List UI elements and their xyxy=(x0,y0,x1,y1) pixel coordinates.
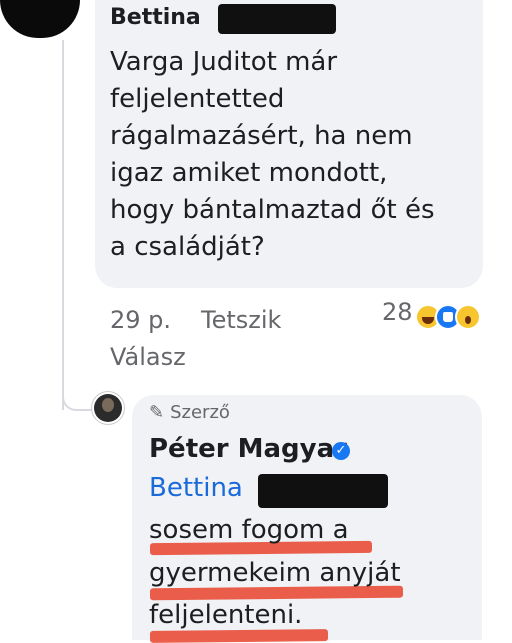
wow-icon[interactable] xyxy=(455,304,481,330)
redaction-mark xyxy=(218,4,336,34)
reply-button[interactable]: Válasz xyxy=(110,343,186,371)
comment-text: Varga Juditot már feljelentetted rágalma… xyxy=(110,47,435,262)
verified-icon: ✓ xyxy=(332,442,350,460)
reply-avatar[interactable] xyxy=(94,394,122,422)
thread-line xyxy=(62,40,64,410)
reply-author-name[interactable]: Péter Magyar xyxy=(149,434,347,464)
redaction-mark xyxy=(258,474,388,508)
reply-text-line: gyermekeim anyját xyxy=(149,558,401,588)
commenter-avatar[interactable] xyxy=(0,0,80,38)
like-button[interactable]: Tetszik xyxy=(201,306,281,334)
reply-text-line: sosem fogom a xyxy=(149,515,349,545)
comment-time[interactable]: 29 p. xyxy=(110,306,171,334)
comment-author-name[interactable]: Bettina xyxy=(110,5,201,30)
pencil-icon: ✎ xyxy=(149,402,165,423)
annotation-underline xyxy=(149,629,329,643)
thread-branch xyxy=(62,395,94,411)
mention-link[interactable]: Bettina xyxy=(149,473,243,503)
comment-actions: 29 p. Tetszik xyxy=(110,306,281,334)
reaction-count[interactable]: 28 xyxy=(382,298,413,326)
author-badge-label: Szerző xyxy=(170,402,230,423)
reply-text-line: feljelenteni. xyxy=(149,600,303,630)
author-badge: ✎ Szerző xyxy=(149,402,230,423)
